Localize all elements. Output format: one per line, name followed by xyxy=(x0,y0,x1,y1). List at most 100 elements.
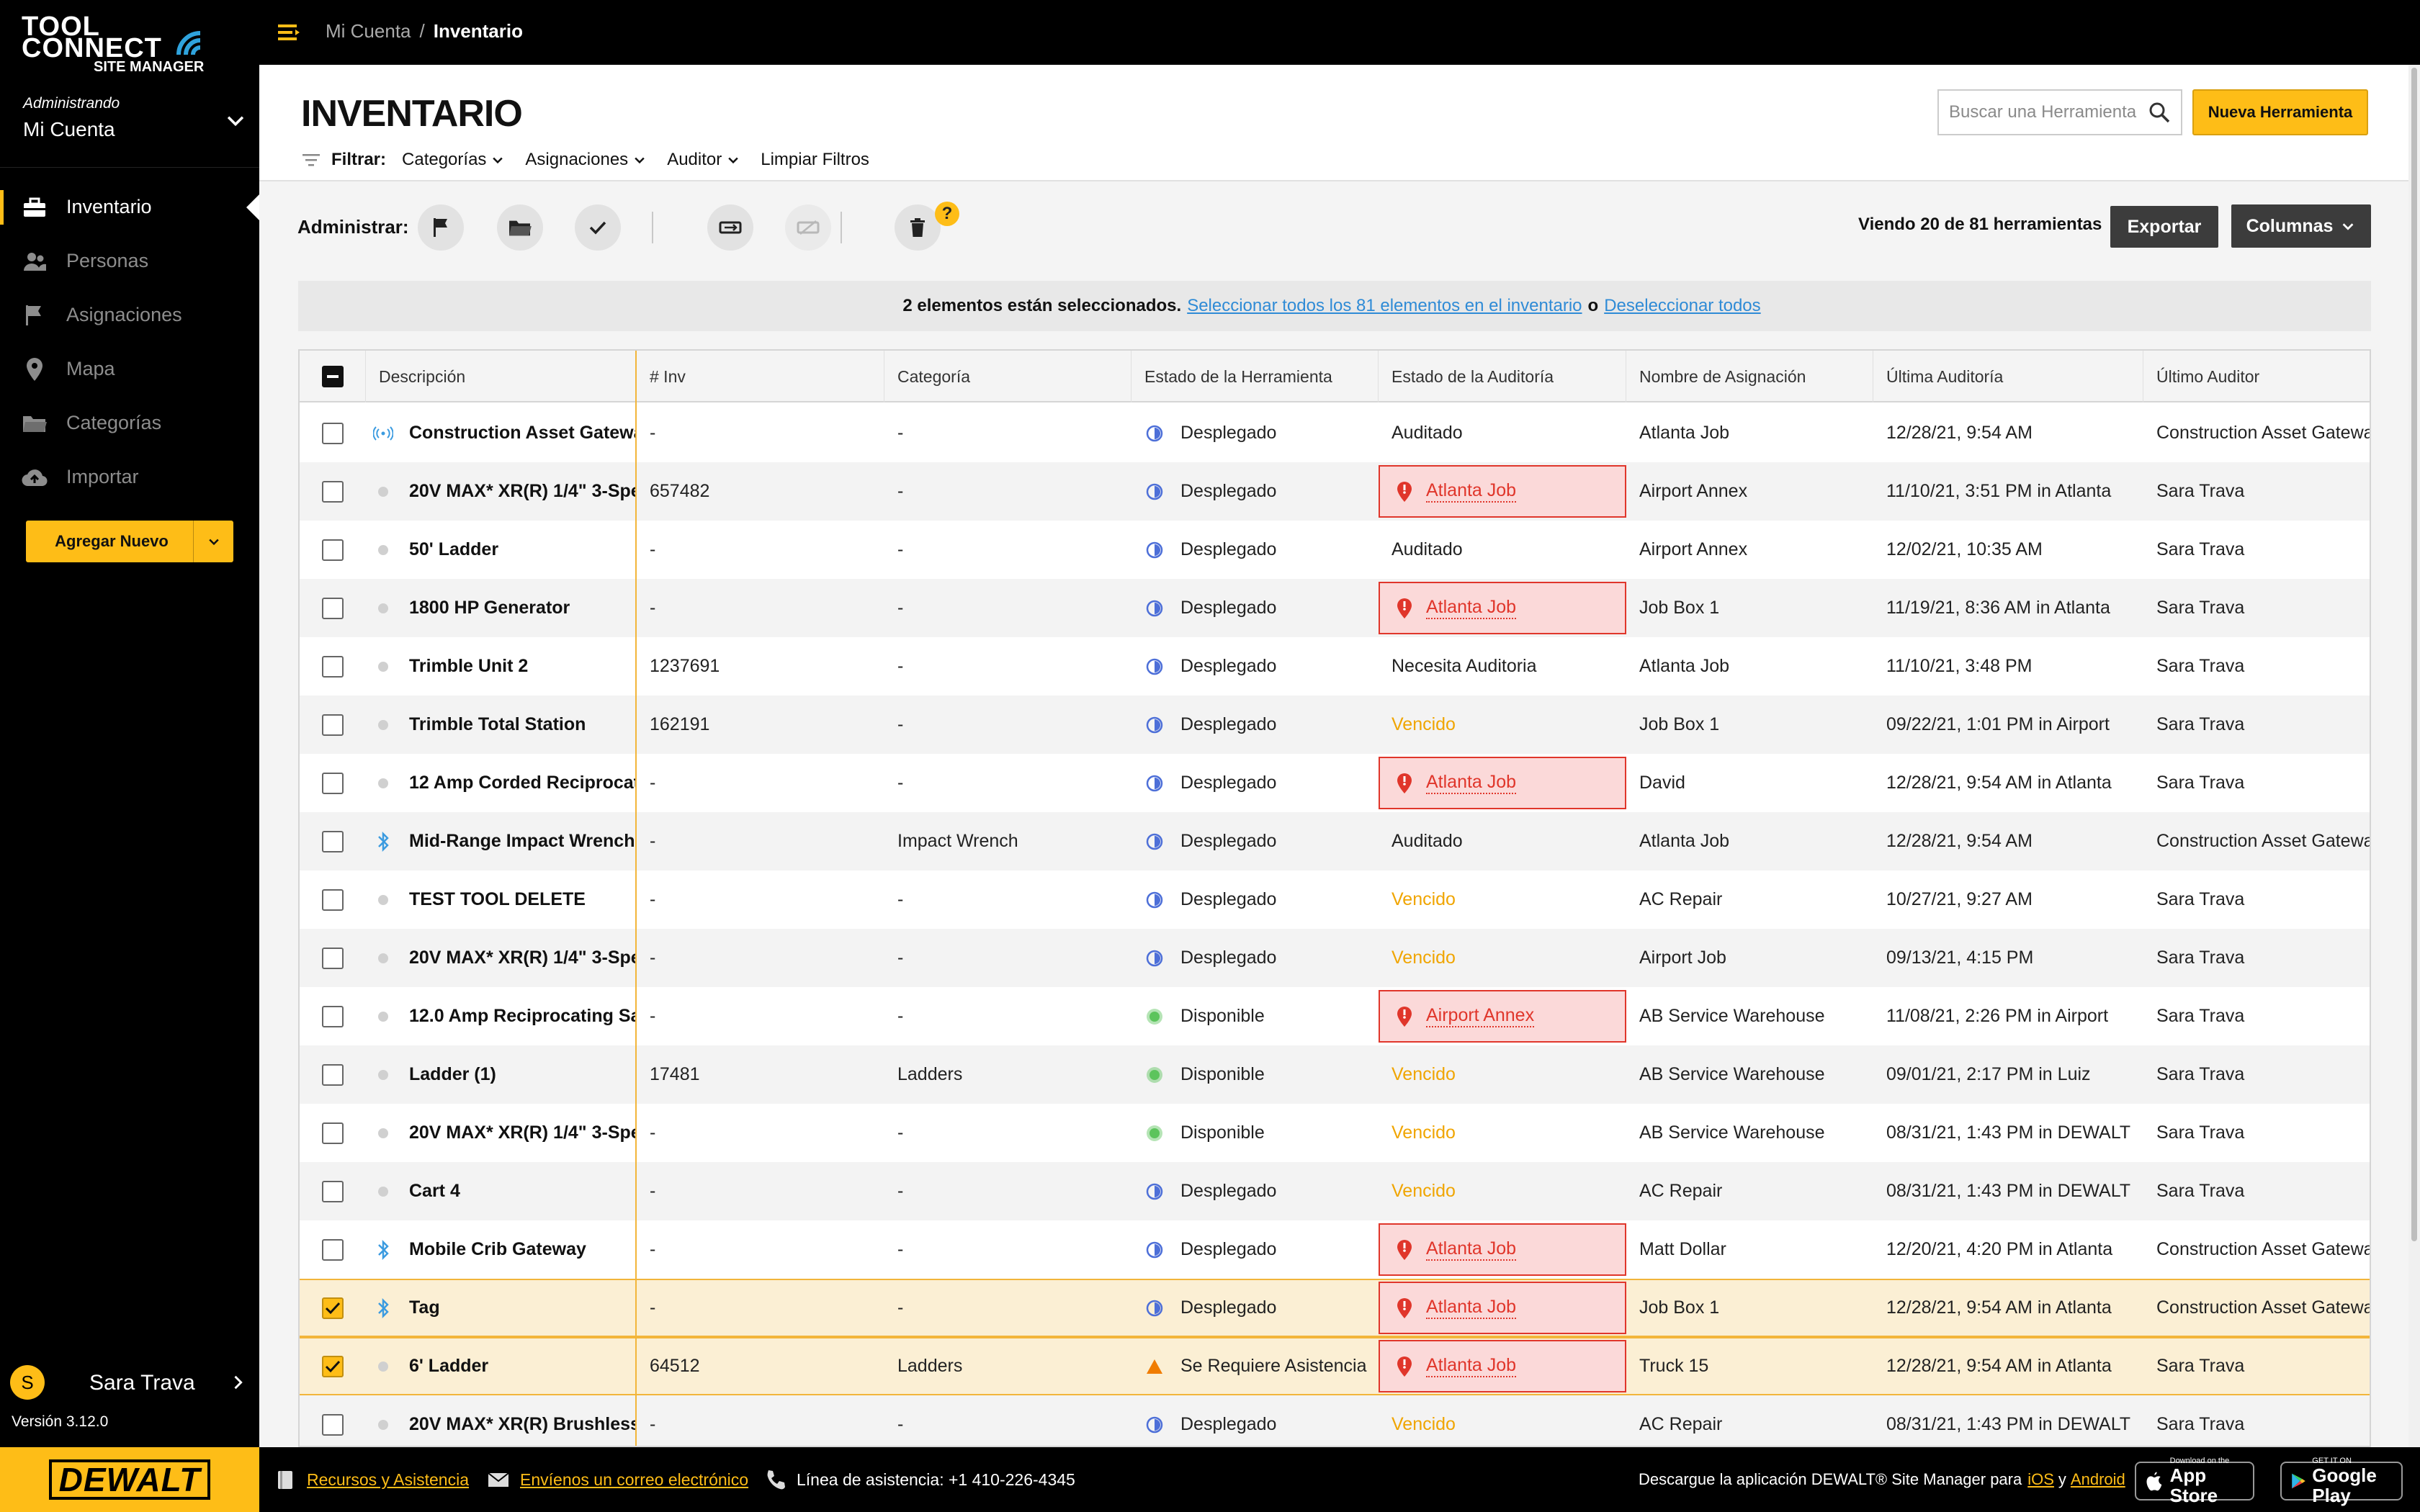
audit-location-alert[interactable]: Atlanta Job xyxy=(1379,1340,1626,1392)
tool-description[interactable]: 20V MAX* XR(R) 1/4" 3-Speed xyxy=(366,462,637,521)
audit-location-alert[interactable]: Atlanta Job xyxy=(1379,757,1626,809)
tool-description[interactable]: Mobile Crib Gateway xyxy=(366,1220,637,1279)
table-row[interactable]: Mid-Range Impact Wrench - Impact Wrench Des… xyxy=(300,812,2370,870)
audit-location-alert[interactable]: Airport Annex xyxy=(1379,990,1626,1043)
add-new-button[interactable]: Agregar Nuevo xyxy=(26,521,233,562)
row-checkbox[interactable] xyxy=(322,1413,344,1436)
filter-auditor-dropdown[interactable]: Auditor xyxy=(667,150,740,170)
tool-description[interactable]: TEST TOOL DELETE xyxy=(366,870,637,929)
tool-description[interactable]: 12.0 Amp Reciprocating Saw xyxy=(366,987,637,1045)
audit-location-alert[interactable]: Atlanta Job xyxy=(1379,582,1626,634)
clear-filters-link[interactable]: Limpiar Filtros xyxy=(761,150,869,170)
sidebar-item-asignaciones[interactable]: Asignaciones xyxy=(0,288,259,342)
tool-description[interactable]: 20V MAX* XR(R) 1/4" 3-Speed xyxy=(366,929,637,987)
table-row[interactable]: 6' Ladder 64512 Ladders Se Requiere Asisten… xyxy=(300,1337,2370,1395)
column-header-last-auditor[interactable]: Último Auditor xyxy=(2143,351,2370,402)
audit-location-alert[interactable]: Atlanta Job xyxy=(1379,465,1626,518)
transfer-button[interactable] xyxy=(707,204,753,251)
user-menu[interactable]: S Sara Trava xyxy=(0,1361,259,1404)
sidebar-item-importar[interactable]: Importar xyxy=(0,450,259,504)
table-row[interactable]: Tag - - Desplegado Atlanta Job Job Box 1 12/28… xyxy=(300,1279,2370,1337)
google-play-badge[interactable]: GET IT ON Google Play xyxy=(2280,1457,2403,1506)
table-row[interactable]: 20V MAX* XR(R) 1/4" 3-Speed - - Desplegado V… xyxy=(300,929,2370,987)
sidebar-item-personas[interactable]: Personas xyxy=(0,234,259,288)
search-input[interactable] xyxy=(1939,91,2141,134)
column-header-tool-status[interactable]: Estado de la Herramienta xyxy=(1131,351,1379,402)
export-button[interactable]: Exportar xyxy=(2110,206,2218,248)
row-checkbox[interactable] xyxy=(322,947,344,969)
breadcrumb-parent[interactable]: Mi Cuenta xyxy=(326,20,411,42)
row-checkbox[interactable] xyxy=(322,1122,344,1144)
audit-check-button[interactable] xyxy=(575,204,621,251)
column-header-last-audit[interactable]: Última Auditoría xyxy=(1873,351,2143,402)
audit-location-alert[interactable]: Atlanta Job xyxy=(1379,1282,1626,1334)
table-row[interactable]: 50' Ladder - - Desplegado Auditado Airport An… xyxy=(300,521,2370,579)
row-checkbox[interactable] xyxy=(322,422,344,444)
tool-description[interactable]: 12 Amp Corded Reciprocating xyxy=(366,754,637,812)
table-row[interactable]: 12 Amp Corded Reciprocating--DesplegadoA… xyxy=(300,754,2370,812)
column-header-assignment[interactable]: Nombre de Asignación xyxy=(1626,351,1873,402)
email-link[interactable]: Envíenos un correo electrónico xyxy=(520,1470,748,1490)
row-checkbox[interactable] xyxy=(322,830,344,852)
table-row[interactable]: 20V MAX* XR(R) 1/4" 3-Speed 657482 - Desple… xyxy=(300,462,2370,521)
tool-description[interactable]: 6' Ladder xyxy=(366,1337,637,1395)
tool-description[interactable]: Tag xyxy=(366,1279,637,1337)
row-checkbox[interactable] xyxy=(322,772,344,794)
app-store-badge[interactable]: Download on the App Store xyxy=(2135,1457,2254,1506)
delete-button[interactable] xyxy=(895,204,941,251)
resources-link[interactable]: Recursos y Asistencia xyxy=(307,1470,469,1490)
select-all-checkbox[interactable] xyxy=(321,366,344,387)
column-header-audit-status[interactable]: Estado de la Auditoría xyxy=(1379,351,1626,402)
column-header-category[interactable]: Categoría xyxy=(884,351,1131,402)
table-row[interactable]: Mobile Crib Gateway - - Desplegado Atlanta J… xyxy=(300,1220,2370,1279)
table-row[interactable]: Trimble Unit 2 1237691 - Desplegado Necesita… xyxy=(300,637,2370,696)
tool-description[interactable]: Mid-Range Impact Wrench xyxy=(366,812,637,870)
add-new-dropdown[interactable] xyxy=(193,521,233,562)
sidebar-item-mapa[interactable]: Mapa xyxy=(0,342,259,396)
page-scrollbar-thumb[interactable] xyxy=(2411,68,2417,1241)
deselect-all-link[interactable]: Deseleccionar todos xyxy=(1604,296,1760,316)
account-switcher[interactable]: Administrando Mi Cuenta xyxy=(0,91,259,148)
row-checkbox[interactable] xyxy=(322,714,344,736)
ios-link[interactable]: iOS xyxy=(2027,1470,2054,1489)
row-checkbox[interactable] xyxy=(322,597,344,619)
android-link[interactable]: Android xyxy=(2071,1470,2125,1489)
new-tool-button[interactable]: Nueva Herramienta xyxy=(2192,89,2368,135)
column-header-description[interactable]: Descripción xyxy=(366,351,637,402)
tool-description[interactable]: 20V MAX* XR(R) Brushless xyxy=(366,1395,637,1446)
tool-description[interactable]: Cart 4 xyxy=(366,1162,637,1220)
tool-description[interactable]: Construction Asset Gateway xyxy=(366,404,637,462)
tool-description[interactable]: 1800 HP Generator xyxy=(366,579,637,637)
select-all-link[interactable]: Seleccionar todos los 81 elementos en el… xyxy=(1187,296,1582,316)
sidebar-item-categorias[interactable]: Categorías xyxy=(0,396,259,450)
tool-description[interactable]: Ladder (1) xyxy=(366,1045,637,1104)
tool-description[interactable]: Trimble Total Station xyxy=(366,696,637,754)
row-checkbox[interactable] xyxy=(322,888,344,911)
filter-asignaciones-dropdown[interactable]: Asignaciones xyxy=(525,150,647,170)
table-row[interactable]: Ladder (1) 17481 Ladders Disponible Vencido A… xyxy=(300,1045,2370,1104)
table-row[interactable]: 12.0 Amp Reciprocating Saw - - Disponible Ai… xyxy=(300,987,2370,1045)
table-row[interactable]: Trimble Total Station 162191 - Desplegado Ve… xyxy=(300,696,2370,754)
help-icon[interactable]: ? xyxy=(935,202,959,226)
unassign-button[interactable] xyxy=(785,204,831,251)
flag-button[interactable] xyxy=(418,204,464,251)
tool-connect-logo[interactable]: TOOL CONNECT SITE MANAGER xyxy=(22,13,216,79)
row-checkbox[interactable] xyxy=(322,480,344,503)
columns-button[interactable]: Columnas xyxy=(2231,204,2371,248)
menu-collapse-icon[interactable] xyxy=(277,20,302,45)
search-icon[interactable] xyxy=(2148,101,2171,124)
row-checkbox[interactable] xyxy=(322,1297,344,1319)
row-checkbox[interactable] xyxy=(322,1180,344,1202)
filter-categorias-dropdown[interactable]: Categorías xyxy=(402,150,505,170)
table-row[interactable]: 20V MAX* XR(R) 1/4" 3-Speed - - Disponible V… xyxy=(300,1104,2370,1162)
tool-description[interactable]: Trimble Unit 2 xyxy=(366,637,637,696)
row-checkbox[interactable] xyxy=(322,1063,344,1086)
table-row[interactable]: Cart 4 - - Desplegado Vencido AC Repair 08/31/… xyxy=(300,1162,2370,1220)
row-checkbox[interactable] xyxy=(322,1238,344,1261)
table-row[interactable]: TEST TOOL DELETE - - Desplegado Vencido AC Re… xyxy=(300,870,2370,929)
column-header-inv[interactable]: # Inv xyxy=(637,351,884,402)
sidebar-item-inventario[interactable]: Inventario xyxy=(0,180,259,234)
audit-location-alert[interactable]: Atlanta Job xyxy=(1379,1223,1626,1276)
tool-description[interactable]: 50' Ladder xyxy=(366,521,637,579)
table-row[interactable]: 1800 HP Generator - - Desplegado Atlanta Job… xyxy=(300,579,2370,637)
